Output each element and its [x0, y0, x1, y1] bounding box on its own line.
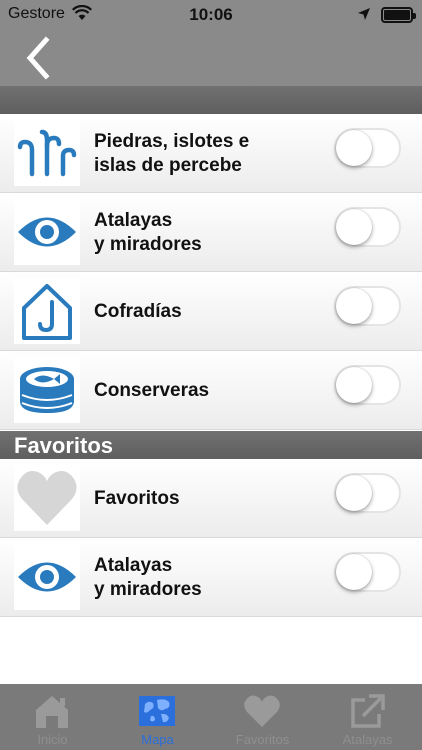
list-item-piedras[interactable]: Piedras, islotes e islas de percebe — [0, 114, 422, 193]
section-title: Favoritos — [14, 433, 114, 458]
toggle-switch[interactable] — [334, 365, 401, 405]
list-item-atalayas-fav[interactable]: Atalayas y miradores — [0, 538, 422, 617]
item-label: Atalayas y miradores — [94, 210, 202, 255]
tab-inicio[interactable]: Inicio — [0, 684, 105, 750]
section-header-top — [0, 86, 422, 114]
list-item-conserveras[interactable]: Conserveras — [0, 351, 422, 430]
section-header-favoritos: Favoritos — [0, 431, 422, 459]
icon-box — [14, 120, 80, 186]
navigation-bar — [0, 30, 422, 86]
item-label: Atalayas y miradores — [94, 555, 202, 600]
tab-atalayas[interactable]: Atalayas — [315, 684, 420, 750]
tab-mapa[interactable]: Mapa — [105, 684, 210, 750]
toggle-switch[interactable] — [334, 286, 401, 326]
heart-icon — [17, 471, 77, 525]
house-hook-icon — [22, 284, 72, 340]
item-label: Favoritos — [94, 488, 180, 509]
chevron-left-icon[interactable] — [18, 36, 62, 80]
fish-can-icon — [20, 367, 74, 413]
icon-box — [14, 357, 80, 423]
toggle-switch[interactable] — [334, 473, 401, 513]
item-label: Conserveras — [94, 380, 210, 401]
home-icon — [36, 696, 68, 728]
tab-favoritos[interactable]: Favoritos — [210, 684, 315, 750]
external-link-icon — [351, 694, 385, 728]
item-label: Cofradías — [94, 301, 182, 322]
list-item-favoritos[interactable]: Favoritos — [0, 459, 422, 538]
tab-bar: Inicio Mapa Favoritos Atalayas — [0, 684, 422, 750]
tab-label: Favoritos — [235, 732, 290, 747]
toggle-switch[interactable] — [334, 552, 401, 592]
item-label: Piedras, islotes e islas de percebe — [94, 131, 250, 176]
rocks-icon — [17, 129, 77, 177]
tab-label: Atalayas — [342, 732, 393, 747]
icon-box — [14, 544, 80, 610]
toggle-switch[interactable] — [334, 128, 401, 168]
list-item-atalayas[interactable]: Atalayas y miradores — [0, 193, 422, 272]
tab-label: Inicio — [37, 732, 68, 747]
list-item-cofradias[interactable]: Cofradías — [0, 272, 422, 351]
tab-label: Mapa — [141, 732, 174, 747]
heart-icon — [244, 695, 280, 727]
icon-box — [14, 199, 80, 265]
icon-box — [14, 278, 80, 344]
battery-icon — [381, 7, 416, 23]
location-arrow-icon — [358, 8, 370, 20]
eye-icon — [18, 217, 76, 247]
status-bar: Gestore 10:06 — [0, 0, 422, 30]
eye-icon — [18, 562, 76, 592]
icon-box — [14, 465, 80, 531]
toggle-switch[interactable] — [334, 207, 401, 247]
map-icon — [139, 696, 175, 726]
